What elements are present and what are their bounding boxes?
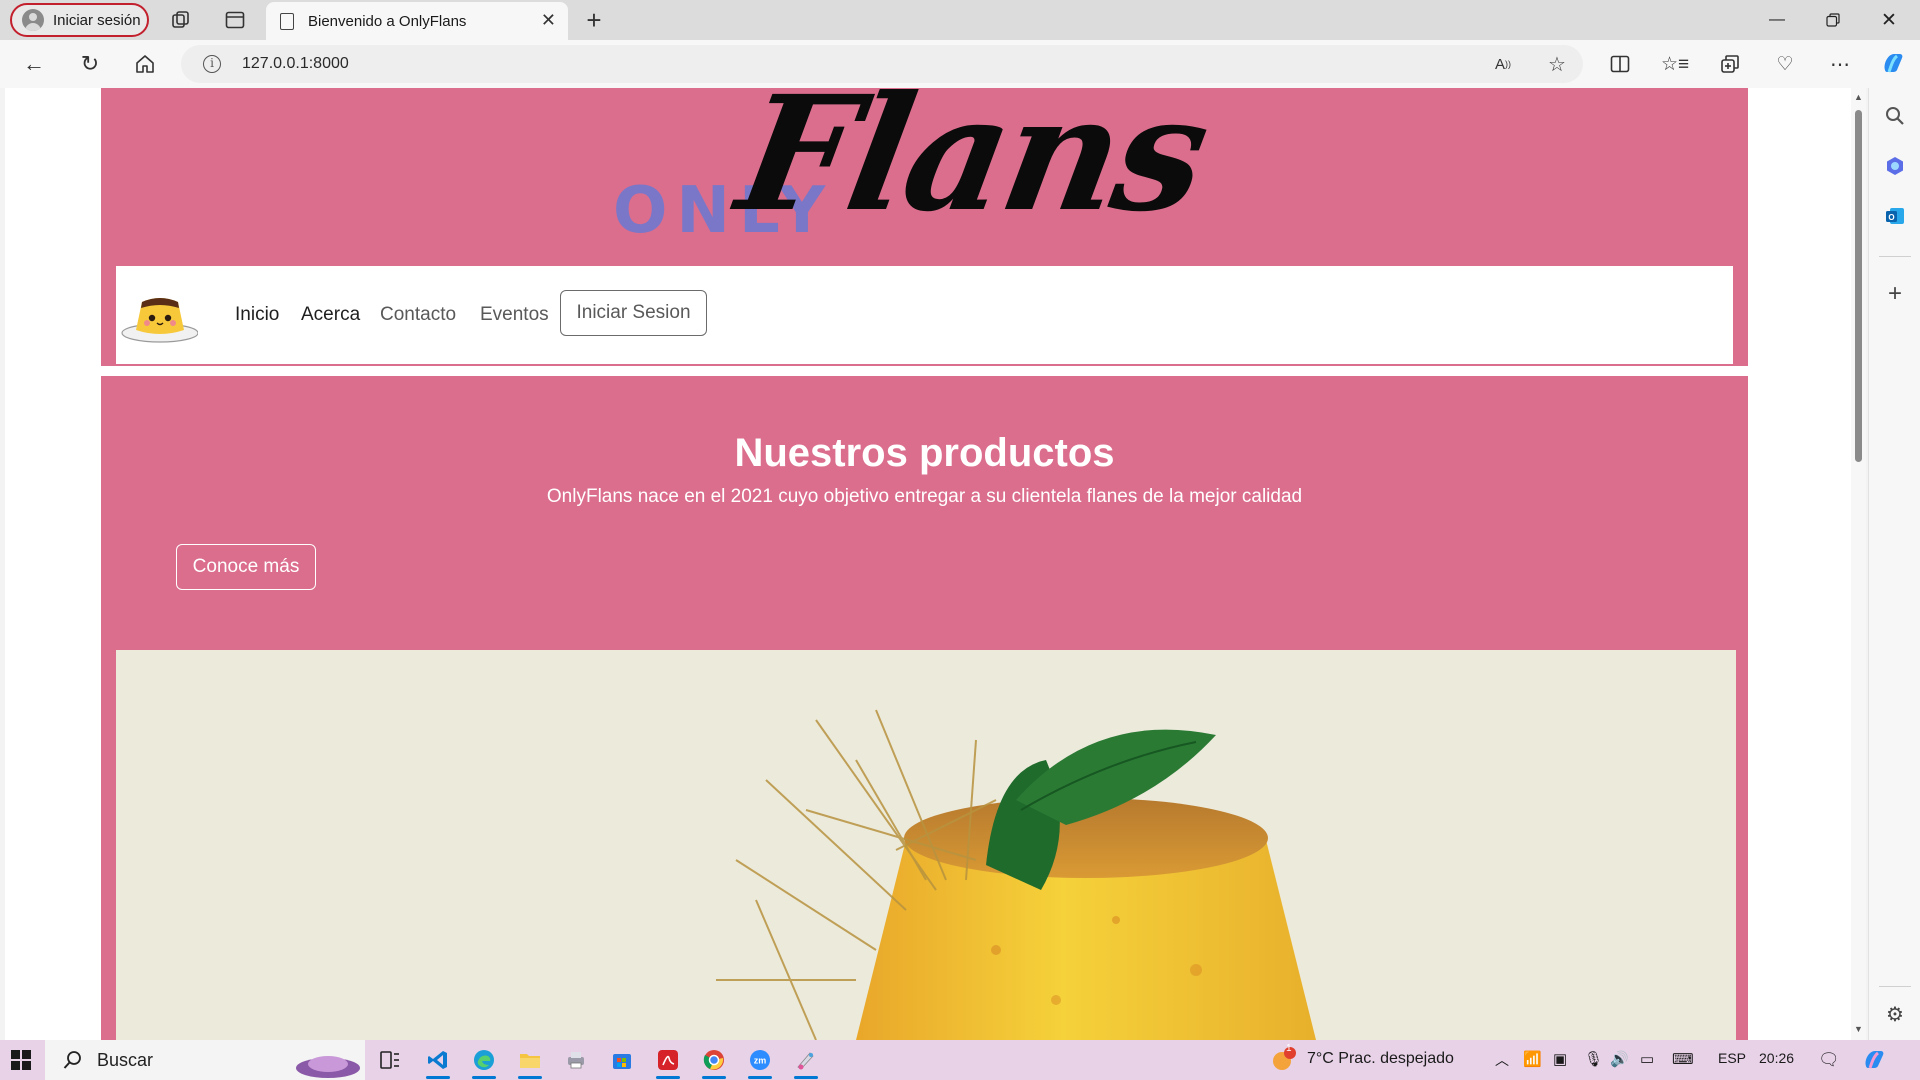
new-tab-icon[interactable]: + xyxy=(580,5,608,35)
scroll-up-icon[interactable]: ▲ xyxy=(1854,92,1863,102)
chrome-icon[interactable] xyxy=(699,1046,729,1079)
microphone-icon[interactable]: 🎙 xyxy=(1584,1050,1603,1068)
address-bar[interactable]: i 127.0.0.1:8000 A)) ☆ xyxy=(181,45,1583,83)
sidebar-divider xyxy=(1879,256,1911,257)
network-icon[interactable]: 📶 xyxy=(1523,1050,1542,1068)
zoom-icon[interactable]: zm xyxy=(745,1046,775,1079)
hero-text: OnlyFlans nace en el 2021 cuyo objetivo … xyxy=(546,486,1303,507)
notifications-icon[interactable]: 🗨 xyxy=(1818,1050,1840,1070)
file-explorer-icon[interactable] xyxy=(515,1046,545,1079)
copilot-sidebar-icon[interactable] xyxy=(1881,152,1909,180)
avatar xyxy=(22,9,44,31)
printer-app-icon[interactable] xyxy=(561,1046,591,1074)
battery-icon[interactable]: ▭ xyxy=(1640,1050,1654,1068)
favorites-icon[interactable]: ☆≡ xyxy=(1661,50,1689,78)
edge-icon[interactable] xyxy=(469,1046,499,1079)
svg-text:zm: zm xyxy=(754,1056,767,1066)
hero-section: Nuestros productos OnlyFlans nace en el … xyxy=(101,376,1748,1040)
favorite-star-icon[interactable]: ☆ xyxy=(1545,52,1569,76)
read-aloud-icon[interactable]: A)) xyxy=(1491,53,1515,75)
flan-image xyxy=(116,650,1736,1040)
page-icon xyxy=(280,12,294,30)
scroll-down-icon[interactable]: ▼ xyxy=(1854,1024,1863,1034)
browser-essentials-icon[interactable]: ♡ xyxy=(1771,50,1799,78)
add-icon[interactable]: + xyxy=(1881,280,1909,308)
nav-link-inicio[interactable]: Inicio xyxy=(235,304,279,326)
minimize-icon[interactable]: — xyxy=(1750,0,1804,40)
search-icon xyxy=(63,1051,81,1069)
weather-badge: 1 xyxy=(1286,1043,1292,1054)
flan-photo xyxy=(116,650,1736,1040)
profile-label: Iniciar sesión xyxy=(53,11,141,29)
search-highlight-icon xyxy=(296,1056,360,1078)
weather-icon[interactable] xyxy=(1268,1046,1298,1074)
split-screen-icon[interactable] xyxy=(1606,50,1634,78)
page-viewport: ONLY Flans Inicio Acerca Contacto Evento… xyxy=(5,88,1851,1040)
logo-flans-text: Flans xyxy=(726,88,1218,247)
login-button[interactable]: Iniciar Sesion xyxy=(560,290,707,336)
settings-gear-icon[interactable]: ⚙ xyxy=(1881,1000,1909,1028)
vertical-tabs-icon[interactable] xyxy=(222,8,248,32)
taskbar-search-box[interactable]: Buscar xyxy=(45,1040,365,1080)
navbar: Inicio Acerca Contacto Eventos Iniciar S… xyxy=(116,266,1733,364)
nav-link-contacto[interactable]: Contacto xyxy=(380,304,456,326)
workspaces-icon[interactable] xyxy=(168,8,194,32)
keyboard-icon[interactable]: ⌨ xyxy=(1672,1050,1694,1068)
page-scrollbar[interactable]: ▲ ▼ xyxy=(1851,88,1866,1040)
nav-link-eventos[interactable]: Eventos xyxy=(480,304,549,326)
copilot-taskbar-icon[interactable] xyxy=(1862,1048,1888,1077)
language-indicator[interactable]: ESP xyxy=(1718,1050,1746,1066)
store-icon[interactable] xyxy=(607,1046,637,1074)
site-header: ONLY Flans Inicio Acerca Contacto Evento… xyxy=(101,88,1748,366)
svg-text:O: O xyxy=(1888,213,1894,222)
flan-logo-icon[interactable] xyxy=(118,286,198,346)
clock-time[interactable]: 20:26 xyxy=(1759,1050,1794,1066)
url-text: 127.0.0.1:8000 xyxy=(242,55,349,72)
window-close-icon[interactable]: ✕ xyxy=(1862,0,1916,40)
browser-toolbar: ← ↻ i 127.0.0.1:8000 A)) ☆ ☆≡ ♡ ⋯ xyxy=(0,40,1920,88)
profile-button[interactable]: Iniciar sesión xyxy=(10,3,149,37)
scroll-thumb[interactable] xyxy=(1855,110,1862,462)
more-options-icon[interactable]: ⋯ xyxy=(1826,50,1854,78)
sidebar-divider-bottom xyxy=(1879,986,1911,987)
tab-title: Bienvenido a OnlyFlans xyxy=(308,12,467,30)
taskbar-search-label: Buscar xyxy=(97,1049,154,1070)
copilot-icon[interactable] xyxy=(1878,48,1908,78)
outlook-icon[interactable]: O xyxy=(1881,202,1909,230)
refresh-icon[interactable]: ↻ xyxy=(76,50,104,78)
hero-title: Nuestros productos xyxy=(734,431,1115,475)
nav-link-acerca[interactable]: Acerca xyxy=(301,304,360,326)
vscode-icon[interactable] xyxy=(423,1046,453,1079)
close-icon[interactable]: ✕ xyxy=(541,10,556,31)
onlyflans-site: ONLY Flans Inicio Acerca Contacto Evento… xyxy=(101,88,1748,1040)
collections-icon[interactable] xyxy=(1716,50,1744,78)
task-view-icon[interactable] xyxy=(375,1046,405,1074)
home-icon[interactable] xyxy=(131,50,159,78)
browser-tab-strip: Iniciar sesión Bienvenido a OnlyFlans ✕ … xyxy=(0,0,1920,40)
windows-taskbar: Buscar zm 1 7°C Prac. despejado ︿ 📶 ▣ 🎙 … xyxy=(0,1040,1920,1080)
acrobat-icon[interactable] xyxy=(653,1046,683,1079)
tray-chevron-icon[interactable]: ︿ xyxy=(1495,1050,1509,1070)
paint-icon[interactable] xyxy=(791,1046,821,1079)
back-icon[interactable]: ← xyxy=(20,50,48,78)
restore-icon[interactable] xyxy=(1806,0,1860,40)
windows-start-icon[interactable] xyxy=(11,1050,31,1070)
site-info-icon[interactable]: i xyxy=(203,55,221,73)
search-icon[interactable] xyxy=(1881,102,1909,130)
edge-sidebar: O + ⚙ xyxy=(1868,88,1920,1040)
tab-onlyflans[interactable]: Bienvenido a OnlyFlans ✕ xyxy=(266,2,568,40)
device-icon[interactable]: ▣ xyxy=(1553,1050,1567,1068)
weather-text[interactable]: 7°C Prac. despejado xyxy=(1307,1050,1454,1068)
learn-more-button[interactable]: Conoce más xyxy=(176,544,316,590)
speaker-icon[interactable]: 🔊 xyxy=(1610,1050,1629,1068)
